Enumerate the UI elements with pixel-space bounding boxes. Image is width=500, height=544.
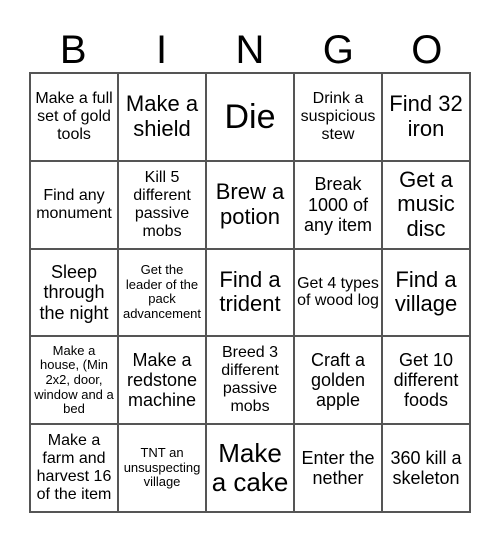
bingo-cell[interactable]: Get 4 types of wood log — [294, 248, 382, 337]
bingo-cell[interactable]: Make a cake — [206, 424, 294, 512]
bingo-cell[interactable]: Brew a potion — [206, 160, 294, 249]
bingo-cell[interactable]: Sleep through the night — [30, 248, 118, 337]
bingo-cell[interactable]: Break 1000 of any item — [294, 160, 382, 249]
bingo-grid: Make a full set of gold tools Make a shi… — [29, 72, 471, 513]
bingo-cell[interactable]: Make a redstone machine — [118, 336, 206, 425]
bingo-cell[interactable]: Make a house, (Min 2x2, door, window and… — [30, 336, 118, 425]
bingo-cell[interactable]: Get a music disc — [382, 160, 470, 249]
bingo-cell[interactable]: Find 32 iron — [382, 73, 470, 161]
header-letter-o: O — [411, 28, 443, 72]
header-letter-g: G — [322, 28, 354, 72]
bingo-cell[interactable]: Breed 3 different passive mobs — [206, 336, 294, 425]
header-letter-n: N — [235, 28, 265, 72]
bingo-cell[interactable]: Make a shield — [118, 73, 206, 161]
bingo-cell[interactable]: 360 kill a skeleton — [382, 424, 470, 512]
bingo-cell[interactable]: Find a village — [382, 248, 470, 337]
bingo-cell[interactable]: TNT an unsuspecting village — [118, 424, 206, 512]
bingo-cell[interactable]: Die — [206, 73, 294, 161]
header-letter-b: B — [59, 28, 87, 72]
bingo-cell[interactable]: Enter the nether — [294, 424, 382, 512]
bingo-cell[interactable]: Find a trident — [206, 248, 294, 337]
bingo-cell[interactable]: Craft a golden apple — [294, 336, 382, 425]
bingo-cell[interactable]: Kill 5 different passive mobs — [118, 160, 206, 249]
bingo-cell[interactable]: Find any monument — [30, 160, 118, 249]
bingo-cell[interactable]: Drink a suspicious stew — [294, 73, 382, 161]
bingo-cell[interactable]: Make a farm and harvest 16 of the item — [30, 424, 118, 512]
bingo-header: B I N G O — [29, 28, 471, 72]
bingo-cell[interactable]: Get the leader of the pack advancement — [118, 248, 206, 337]
header-letter-i: I — [156, 28, 168, 72]
bingo-cell[interactable]: Make a full set of gold tools — [30, 73, 118, 161]
bingo-cell[interactable]: Get 10 different foods — [382, 336, 470, 425]
